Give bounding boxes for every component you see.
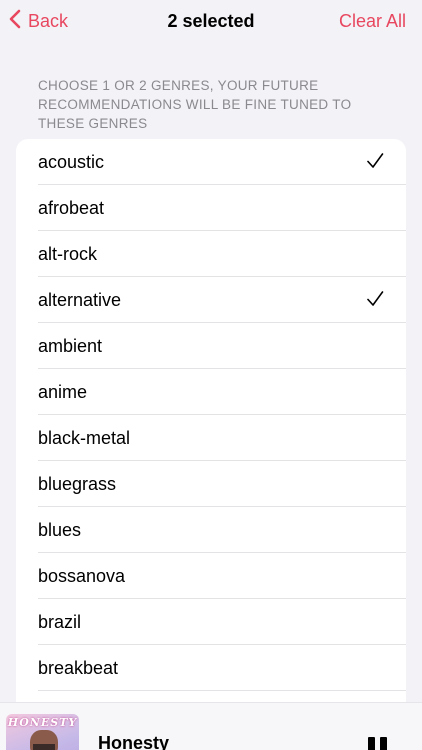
track-title: Honesty — [98, 733, 170, 750]
back-button[interactable]: Back — [8, 9, 68, 34]
genre-selection-screen: Back 2 selected Clear All Choose 1 or 2 … — [0, 0, 422, 750]
artwork-beard-shape — [33, 744, 55, 750]
genre-row-alt-rock[interactable]: alt-rock — [16, 231, 406, 277]
pause-bar-right — [380, 737, 387, 750]
clear-all-button[interactable]: Clear All — [339, 11, 406, 32]
genre-label: brazil — [38, 611, 82, 632]
genre-label: alternative — [38, 289, 122, 310]
genre-row-afrobeat[interactable]: afrobeat — [16, 185, 406, 231]
genre-row-breakbeat[interactable]: breakbeat — [16, 645, 406, 691]
back-label: Back — [28, 10, 69, 31]
genre-list: acoustic afrobeat alt-rock alternative a… — [16, 139, 406, 750]
section-header: Choose 1 or 2 genres, your future recomm… — [38, 78, 352, 131]
pause-icon[interactable] — [368, 737, 390, 750]
checkmark-icon — [366, 152, 386, 172]
genre-label: ambient — [38, 335, 103, 356]
genre-row-brazil[interactable]: brazil — [16, 599, 406, 645]
album-artwork: HONESTY — [6, 714, 79, 750]
genre-row-alternative[interactable]: alternative — [16, 277, 406, 323]
genre-label: anime — [38, 381, 88, 402]
genre-row-black-metal[interactable]: black-metal — [16, 415, 406, 461]
navigation-bar: Back 2 selected Clear All — [0, 0, 422, 42]
mini-player[interactable]: HONESTY Honesty — [0, 702, 422, 750]
genre-label: acoustic — [38, 151, 105, 172]
genre-row-blues[interactable]: blues — [16, 507, 406, 553]
genre-label: black-metal — [38, 427, 131, 448]
genre-row-ambient[interactable]: ambient — [16, 323, 406, 369]
pause-bar-left — [368, 737, 375, 750]
artwork-title: HONESTY — [7, 716, 78, 729]
genre-label: bluegrass — [38, 473, 117, 494]
genre-row-bossanova[interactable]: bossanova — [16, 553, 406, 599]
genre-label: alt-rock — [38, 243, 98, 264]
genre-label: breakbeat — [38, 657, 119, 678]
genre-row-acoustic[interactable]: acoustic — [16, 139, 406, 185]
chevron-left-icon — [8, 9, 22, 34]
checkmark-icon — [366, 290, 386, 310]
genre-label: afrobeat — [38, 197, 105, 218]
genre-row-bluegrass[interactable]: bluegrass — [16, 461, 406, 507]
genre-label: bossanova — [38, 565, 126, 586]
genre-label: blues — [38, 519, 82, 540]
genre-row-anime[interactable]: anime — [16, 369, 406, 415]
